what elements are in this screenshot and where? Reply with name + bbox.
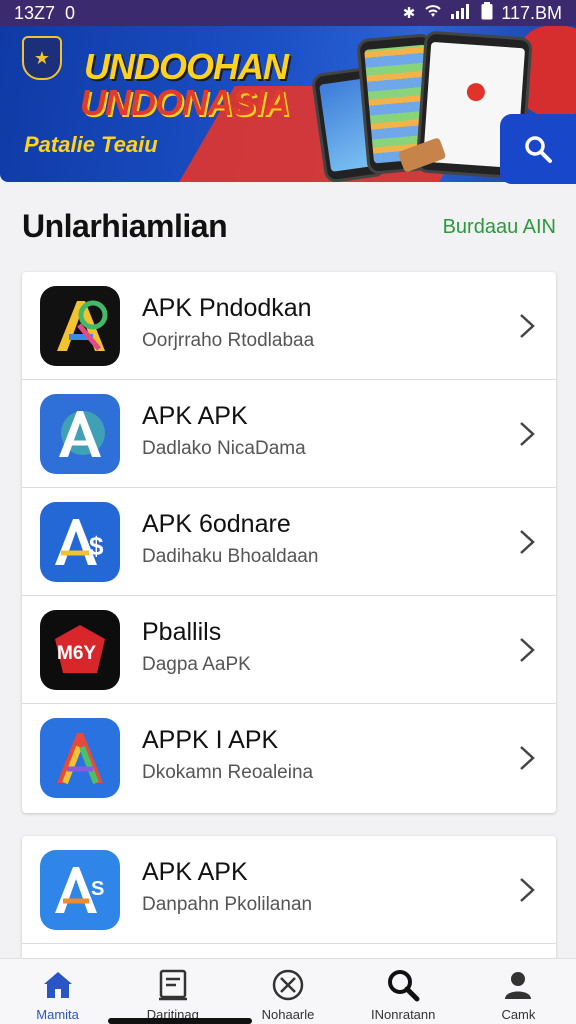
nav-label: Camk — [501, 1007, 536, 1022]
signal-icon — [451, 3, 473, 23]
status-notification: 0 — [65, 2, 76, 23]
app-list-item[interactable]: APK APK Dadlako NicaDama — [22, 380, 556, 488]
nav-profile[interactable]: Camk — [461, 959, 576, 1024]
chevron-right-icon — [520, 422, 535, 446]
gradient-a-icon — [40, 286, 120, 366]
search-icon — [388, 970, 420, 1002]
app-subtitle: Dadlako NicaDama — [142, 438, 306, 459]
chevron-right-icon — [520, 746, 535, 770]
blue-a-s-icon: S — [40, 850, 120, 930]
nav-search[interactable]: INonratann — [346, 959, 461, 1024]
blue-a-dollar-icon: $ — [40, 502, 120, 582]
wifi-icon — [423, 3, 443, 23]
circle-x-icon — [272, 969, 304, 1001]
document-icon — [158, 969, 187, 1001]
banner-title-line2: UNDONASIA — [80, 82, 290, 123]
app-subtitle: Oorjrraho Rtodlabaa — [142, 330, 315, 351]
nav-documents[interactable]: Daritinag — [115, 959, 230, 1024]
svg-text:S: S — [91, 878, 104, 900]
app-list-item[interactable]: S APK APK Danpahn Pkolilanan — [22, 836, 556, 944]
nav-label: Mamita — [36, 1007, 79, 1022]
section-title: Unlarhiamlian — [22, 208, 228, 244]
banner-subtitle: Patalie Teaiu — [24, 132, 158, 157]
app-title: APK APK — [142, 858, 248, 886]
m6y-icon: M6Y — [40, 610, 120, 690]
app-subtitle: Danpahn Pkolilanan — [142, 894, 313, 915]
svg-text:M6Y: M6Y — [57, 643, 96, 664]
app-title: Pballils — [142, 618, 222, 646]
app-title: APK Pndodkan — [142, 294, 312, 322]
see-all-link[interactable]: Burdaau AIN — [443, 216, 556, 239]
status-bar: 13Z7 0 ✱ 117.BM — [0, 0, 576, 26]
bluetooth-icon: ✱ — [402, 5, 416, 22]
home-icon — [43, 972, 72, 998]
app-title: APK APK — [142, 402, 248, 430]
app-subtitle: Dadihaku Bhoaldaan — [142, 546, 319, 567]
promo-banner[interactable]: ★ UNDOOHAN UNDONASIA Patalie Teaiu — [0, 26, 576, 182]
status-battery-text: 117.BM — [501, 2, 562, 23]
battery-icon — [481, 2, 493, 24]
app-title: APPK I APK — [142, 726, 279, 754]
search-icon — [525, 136, 552, 163]
chevron-right-icon — [520, 314, 535, 338]
chevron-right-icon — [520, 878, 535, 902]
nav-home[interactable]: Mamita — [0, 959, 115, 1024]
nav-label: Nohaarle — [261, 1007, 315, 1022]
app-list-item[interactable]: APPK I APK Dkokamn Reoaleina — [22, 704, 556, 812]
search-button[interactable] — [500, 114, 576, 184]
blue-a-icon — [40, 394, 120, 474]
nav-label: INonratann — [371, 1007, 436, 1022]
chevron-right-icon — [520, 638, 535, 662]
rainbow-a-icon — [40, 718, 120, 798]
app-title: APK 6odnare — [142, 510, 291, 538]
nav-close[interactable]: Nohaarle — [230, 959, 345, 1024]
chevron-right-icon — [520, 530, 535, 554]
svg-text:$: $ — [89, 531, 104, 561]
app-list-item[interactable]: $ APK 6odnare Dadihaku Bhoaldaan — [22, 488, 556, 596]
profile-icon — [505, 972, 532, 999]
shield-logo-icon: ★ — [22, 36, 62, 80]
app-list-card: S APK APK Danpahn Pkolilanan — [22, 836, 556, 976]
app-list-item[interactable]: APK Pndodkan Oorjrraho Rtodlabaa — [22, 272, 556, 380]
app-list-card: APK Pndodkan Oorjrraho Rtodlabaa APK APK… — [22, 272, 556, 813]
app-subtitle: Dkokamn Reoaleina — [142, 762, 314, 783]
app-subtitle: Dagpa AaPK — [142, 654, 251, 675]
home-indicator[interactable] — [108, 1018, 252, 1024]
bottom-navigation: Mamita Daritinag Nohaarle INonratann Cam… — [0, 958, 576, 1024]
status-time: 13Z7 — [14, 2, 56, 23]
app-list-item[interactable]: M6Y Pballils Dagpa AaPK — [22, 596, 556, 704]
